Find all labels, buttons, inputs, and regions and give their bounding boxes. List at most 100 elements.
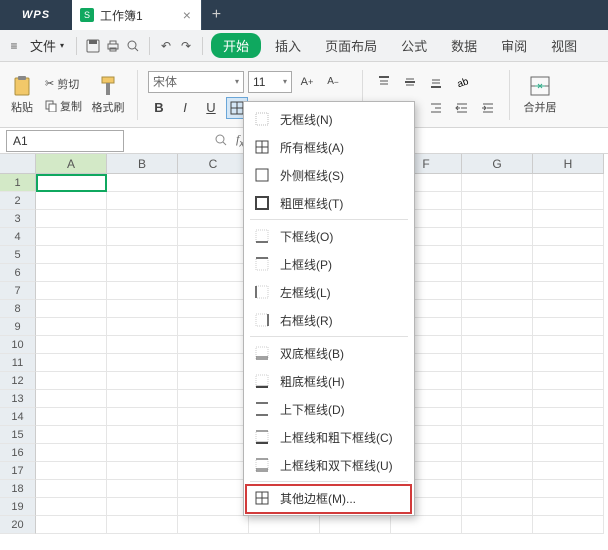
cell[interactable]: [36, 318, 107, 336]
cell[interactable]: [36, 192, 107, 210]
cell[interactable]: [533, 174, 604, 192]
copy-button[interactable]: 复制: [42, 96, 85, 116]
cell[interactable]: [107, 480, 178, 498]
cell[interactable]: [36, 480, 107, 498]
cell[interactable]: [36, 516, 107, 534]
cell[interactable]: [462, 498, 533, 516]
cell[interactable]: [462, 228, 533, 246]
select-all-corner[interactable]: [0, 154, 36, 174]
row-header[interactable]: 20: [0, 516, 36, 534]
cell[interactable]: [533, 426, 604, 444]
column-header[interactable]: C: [178, 154, 249, 174]
cell[interactable]: [533, 444, 604, 462]
border-double-bottom[interactable]: 双底框线(B): [244, 339, 414, 367]
cell[interactable]: [462, 444, 533, 462]
row-header[interactable]: 6: [0, 264, 36, 282]
cell[interactable]: [107, 318, 178, 336]
border-all[interactable]: 所有框线(A): [244, 133, 414, 161]
cell[interactable]: [36, 336, 107, 354]
cell[interactable]: [533, 408, 604, 426]
cell[interactable]: [462, 336, 533, 354]
cell[interactable]: [107, 444, 178, 462]
column-header[interactable]: A: [36, 154, 107, 174]
border-thick-bottom[interactable]: 粗底框线(H): [244, 367, 414, 395]
cell[interactable]: [107, 300, 178, 318]
cell[interactable]: [107, 426, 178, 444]
row-header[interactable]: 19: [0, 498, 36, 516]
close-tab-icon[interactable]: ×: [183, 7, 191, 23]
cell[interactable]: [178, 264, 249, 282]
border-bottom[interactable]: 下框线(O): [244, 222, 414, 250]
cell[interactable]: [107, 192, 178, 210]
cell[interactable]: [462, 408, 533, 426]
cell[interactable]: [462, 282, 533, 300]
cell[interactable]: [533, 372, 604, 390]
row-header[interactable]: 16: [0, 444, 36, 462]
cell[interactable]: [533, 210, 604, 228]
cell[interactable]: [178, 354, 249, 372]
cell[interactable]: [391, 516, 462, 534]
cell[interactable]: [178, 390, 249, 408]
cell[interactable]: [533, 390, 604, 408]
zoom-icon[interactable]: [214, 133, 228, 147]
cell[interactable]: [178, 228, 249, 246]
cell[interactable]: [107, 462, 178, 480]
cell[interactable]: [107, 282, 178, 300]
cell[interactable]: [178, 300, 249, 318]
cell[interactable]: [36, 462, 107, 480]
align-top-icon[interactable]: [373, 71, 395, 93]
cell[interactable]: [36, 498, 107, 516]
cell[interactable]: [36, 300, 107, 318]
merge-cells-button[interactable]: 合并居: [520, 75, 560, 115]
row-header[interactable]: 4: [0, 228, 36, 246]
indent-increase-icon[interactable]: [477, 97, 499, 119]
border-left[interactable]: 左框线(L): [244, 278, 414, 306]
cell[interactable]: [178, 426, 249, 444]
border-top-thick-bottom[interactable]: 上框线和粗下框线(C): [244, 423, 414, 451]
cut-button[interactable]: ✂剪切: [42, 74, 85, 94]
tab-start[interactable]: 开始: [211, 33, 261, 58]
row-header[interactable]: 10: [0, 336, 36, 354]
cell[interactable]: [107, 210, 178, 228]
cell[interactable]: [533, 300, 604, 318]
cell[interactable]: [107, 174, 178, 192]
cell[interactable]: [462, 372, 533, 390]
cell[interactable]: [178, 192, 249, 210]
cell[interactable]: [107, 408, 178, 426]
cell[interactable]: [36, 264, 107, 282]
orientation-icon[interactable]: ab: [451, 71, 473, 93]
cell[interactable]: [462, 354, 533, 372]
file-menu[interactable]: 文件▾: [26, 34, 68, 57]
align-bottom-icon[interactable]: [425, 71, 447, 93]
indent-decrease-icon[interactable]: [451, 97, 473, 119]
cell[interactable]: [178, 336, 249, 354]
cell[interactable]: [533, 192, 604, 210]
cell[interactable]: [533, 498, 604, 516]
cell[interactable]: [178, 498, 249, 516]
row-header[interactable]: 9: [0, 318, 36, 336]
cell[interactable]: [462, 174, 533, 192]
cell[interactable]: [107, 228, 178, 246]
cell[interactable]: [36, 390, 107, 408]
column-header[interactable]: H: [533, 154, 604, 174]
cell[interactable]: [320, 516, 391, 534]
cell[interactable]: [36, 408, 107, 426]
tab-layout[interactable]: 页面布局: [315, 36, 387, 55]
cell[interactable]: [462, 246, 533, 264]
border-more[interactable]: 其他边框(M)...: [244, 484, 414, 512]
cell[interactable]: [533, 354, 604, 372]
bold-button[interactable]: B: [148, 97, 170, 119]
name-box[interactable]: A1: [6, 130, 124, 152]
redo-icon[interactable]: ↷: [178, 38, 194, 54]
undo-icon[interactable]: ↶: [158, 38, 174, 54]
border-top-bottom[interactable]: 上下框线(D): [244, 395, 414, 423]
cell[interactable]: [462, 318, 533, 336]
font-size-combo[interactable]: 11▾: [248, 71, 292, 93]
italic-button[interactable]: I: [174, 97, 196, 119]
row-header[interactable]: 1: [0, 174, 36, 192]
cell[interactable]: [107, 246, 178, 264]
cell[interactable]: [178, 372, 249, 390]
underline-button[interactable]: U: [200, 97, 222, 119]
cell[interactable]: [178, 462, 249, 480]
cell[interactable]: [107, 498, 178, 516]
